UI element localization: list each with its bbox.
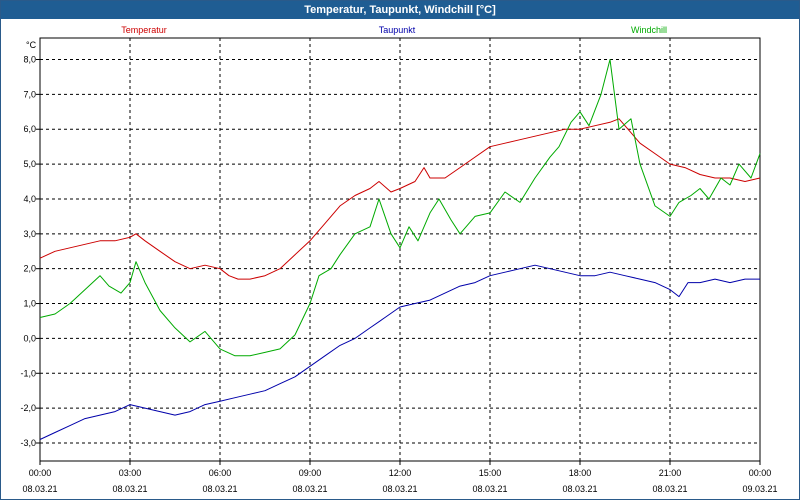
y-axis-unit: °C (26, 40, 37, 50)
x-tick-date: 08.03.21 (112, 484, 147, 494)
x-tick-date: 08.03.21 (652, 484, 687, 494)
y-tick-label: 3,0 (23, 229, 36, 239)
x-tick-time: 06:00 (209, 468, 232, 478)
x-tick-date: 08.03.21 (562, 484, 597, 494)
y-tick-label: -1,0 (20, 368, 36, 378)
y-tick-label: -2,0 (20, 403, 36, 413)
legend-taupunkt: Taupunkt (379, 25, 416, 35)
x-tick-date: 08.03.21 (472, 484, 507, 494)
y-tick-label: 0,0 (23, 333, 36, 343)
x-tick-time: 00:00 (749, 468, 772, 478)
chart-svg: 8,07,06,05,04,03,02,01,00,0-1,0-2,0-3,0 … (20, 25, 777, 494)
x-tick-time: 15:00 (479, 468, 502, 478)
x-tick-time: 09:00 (299, 468, 322, 478)
x-tick-date: 08.03.21 (382, 484, 417, 494)
y-tick-label: 6,0 (23, 124, 36, 134)
x-tick-time: 03:00 (119, 468, 142, 478)
y-tick-label: 8,0 (23, 55, 36, 65)
y-tick-label: 1,0 (23, 299, 36, 309)
y-tick-label: -3,0 (20, 438, 36, 448)
x-tick-date: 08.03.21 (292, 484, 327, 494)
x-tick-date: 08.03.21 (22, 484, 57, 494)
y-tick-label: 4,0 (23, 194, 36, 204)
x-tick-date: 09.03.21 (742, 484, 777, 494)
y-tick-label: 2,0 (23, 264, 36, 274)
y-tick-label: 5,0 (23, 159, 36, 169)
legend-temperatur: Temperatur (121, 25, 167, 35)
legend-windchill: Windchill (631, 25, 667, 35)
x-tick-date: 08.03.21 (202, 484, 237, 494)
x-tick-time: 00:00 (29, 468, 52, 478)
x-tick-time: 12:00 (389, 468, 412, 478)
x-tick-time: 18:00 (569, 468, 592, 478)
y-tick-label: 7,0 (23, 89, 36, 99)
x-tick-time: 21:00 (659, 468, 682, 478)
